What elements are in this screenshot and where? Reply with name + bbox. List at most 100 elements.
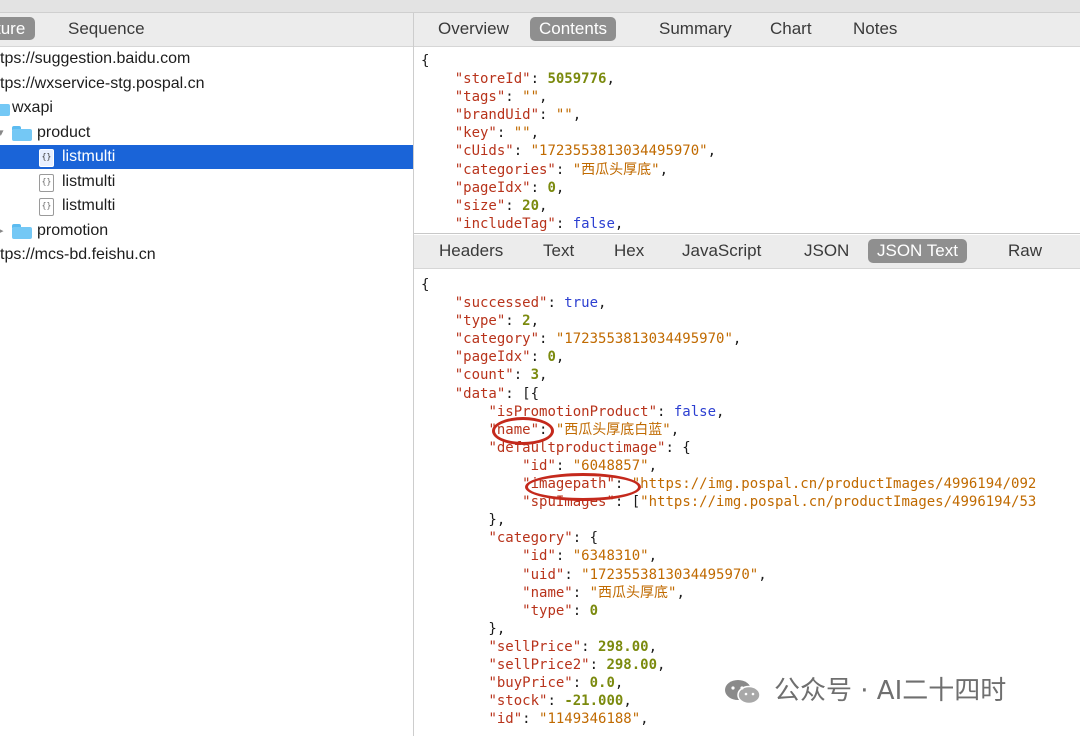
code-token: 0.0 xyxy=(589,675,615,692)
tab-raw[interactable]: Raw xyxy=(999,239,1051,263)
code-token: "pageIdx" xyxy=(454,179,531,196)
response-tab-bar: Headers Text Hex JavaScript JSON JSON Te… xyxy=(414,235,1080,269)
code-token: : xyxy=(530,349,548,366)
code-token: "brandUid" xyxy=(454,107,540,124)
code-token: "data" xyxy=(454,385,506,402)
json-file-icon: {} xyxy=(39,149,54,167)
code-token: : xyxy=(589,656,607,673)
code-token: , xyxy=(732,331,742,348)
code-token: 0 xyxy=(547,349,556,366)
code-token: "buyPrice" xyxy=(488,675,573,692)
tree-file-listmulti-1[interactable]: {} listmulti xyxy=(0,145,413,169)
code-token: : xyxy=(572,602,590,619)
code-token: : { xyxy=(665,439,691,456)
tree-folder-wxapi[interactable]: wxapi xyxy=(0,96,413,120)
tab-notes[interactable]: Notes xyxy=(844,17,906,41)
tree-file-listmulti-2[interactable]: {} listmulti xyxy=(0,170,413,194)
code-token: "id" xyxy=(522,457,556,474)
code-token: "count" xyxy=(454,367,514,384)
code-token: , xyxy=(606,71,615,88)
tree-file-listmulti-3[interactable]: {} listmulti xyxy=(0,194,413,218)
tree-item-label: listmulti xyxy=(62,172,116,190)
code-line: "key": "", xyxy=(421,124,716,142)
pane-splitter[interactable] xyxy=(414,233,1080,234)
code-token: "tags" xyxy=(454,89,506,106)
code-token: , xyxy=(530,313,540,330)
tab-text[interactable]: Text xyxy=(534,239,583,263)
code-token: "6048857" xyxy=(572,457,649,474)
left-tab-bar: ture Sequence xyxy=(0,13,413,47)
code-token: "stock" xyxy=(488,693,548,710)
detail-pane: Overview Contents Summary Chart Notes { … xyxy=(414,13,1080,736)
code-token: , xyxy=(614,675,624,692)
code-token: "key" xyxy=(454,125,497,142)
code-token: : { xyxy=(572,530,599,547)
disclosure-triangle-icon[interactable]: ▸ xyxy=(0,219,4,243)
code-token: : xyxy=(547,693,565,710)
code-line: "id": "1149346188", xyxy=(421,710,1036,728)
code-token: "" xyxy=(513,125,531,142)
tree-host-pospal[interactable]: tps://wxservice-stg.pospal.cn xyxy=(0,72,413,96)
tab-summary[interactable]: Summary xyxy=(650,17,741,41)
code-line: "successed": true, xyxy=(421,294,1036,312)
code-token: : xyxy=(505,89,523,106)
folder-icon xyxy=(12,125,32,141)
code-line: { xyxy=(421,52,716,70)
annotation-oval-imagepath xyxy=(525,473,641,501)
code-line: "category": "1723553813034495970", xyxy=(421,330,1036,348)
tab-javascript[interactable]: JavaScript xyxy=(673,239,770,263)
tab-headers[interactable]: Headers xyxy=(430,239,512,263)
code-token: "1723553813034495970" xyxy=(555,331,733,348)
tree-host-feishu[interactable]: tps://mcs-bd.feishu.cn xyxy=(0,243,413,267)
code-token: "name" xyxy=(522,584,573,601)
tab-json-text[interactable]: JSON Text xyxy=(868,239,967,263)
code-token: , xyxy=(648,548,658,565)
code-token: { xyxy=(421,277,430,293)
tab-contents[interactable]: Contents xyxy=(530,17,617,41)
code-token: "uid" xyxy=(522,566,565,583)
disclosure-triangle-icon[interactable]: ▾ xyxy=(0,121,4,145)
code-token: , xyxy=(676,584,685,601)
tab-overview[interactable]: Overview xyxy=(429,17,518,41)
tree-folder-product[interactable]: ▾ product xyxy=(0,121,413,145)
code-token: "pageIdx" xyxy=(454,349,531,366)
tree-folder-promotion[interactable]: ▸ promotion xyxy=(0,219,413,243)
code-token: "西瓜头厚底" xyxy=(572,161,660,178)
tab-sequence[interactable]: Sequence xyxy=(58,17,155,40)
structure-pane: ture Sequence tps://suggestion.baidu.com… xyxy=(0,13,414,736)
tab-chart[interactable]: Chart xyxy=(761,17,821,41)
tree-host-baidu[interactable]: tps://suggestion.baidu.com xyxy=(0,47,413,71)
code-line: "count": 3, xyxy=(421,366,1036,384)
tree-item-label: product xyxy=(37,123,91,141)
code-token: : xyxy=(547,295,565,312)
code-token: , xyxy=(539,197,548,214)
code-token: : xyxy=(581,638,599,655)
tab-hex[interactable]: Hex xyxy=(605,239,653,263)
code-token: 5059776 xyxy=(547,71,607,88)
request-body-json[interactable]: { "storeId": 5059776, "tags": "", "brand… xyxy=(421,52,716,233)
tab-structure[interactable]: ture xyxy=(0,17,36,40)
watermark-text: 公众号 · AI二十四时 xyxy=(774,676,1007,706)
response-body-json[interactable]: { "successed": true, "type": 2, "categor… xyxy=(421,276,1036,728)
code-line: "data": [{ xyxy=(421,385,1036,403)
code-token: "cUids" xyxy=(454,143,514,160)
wechat-logo-icon xyxy=(725,680,761,705)
code-token: "西瓜头厚底" xyxy=(589,584,677,601)
code-token: }, xyxy=(421,620,506,637)
code-token: "includeTag" xyxy=(454,215,556,232)
tab-json[interactable]: JSON xyxy=(795,239,858,263)
code-token: : xyxy=(505,313,523,330)
